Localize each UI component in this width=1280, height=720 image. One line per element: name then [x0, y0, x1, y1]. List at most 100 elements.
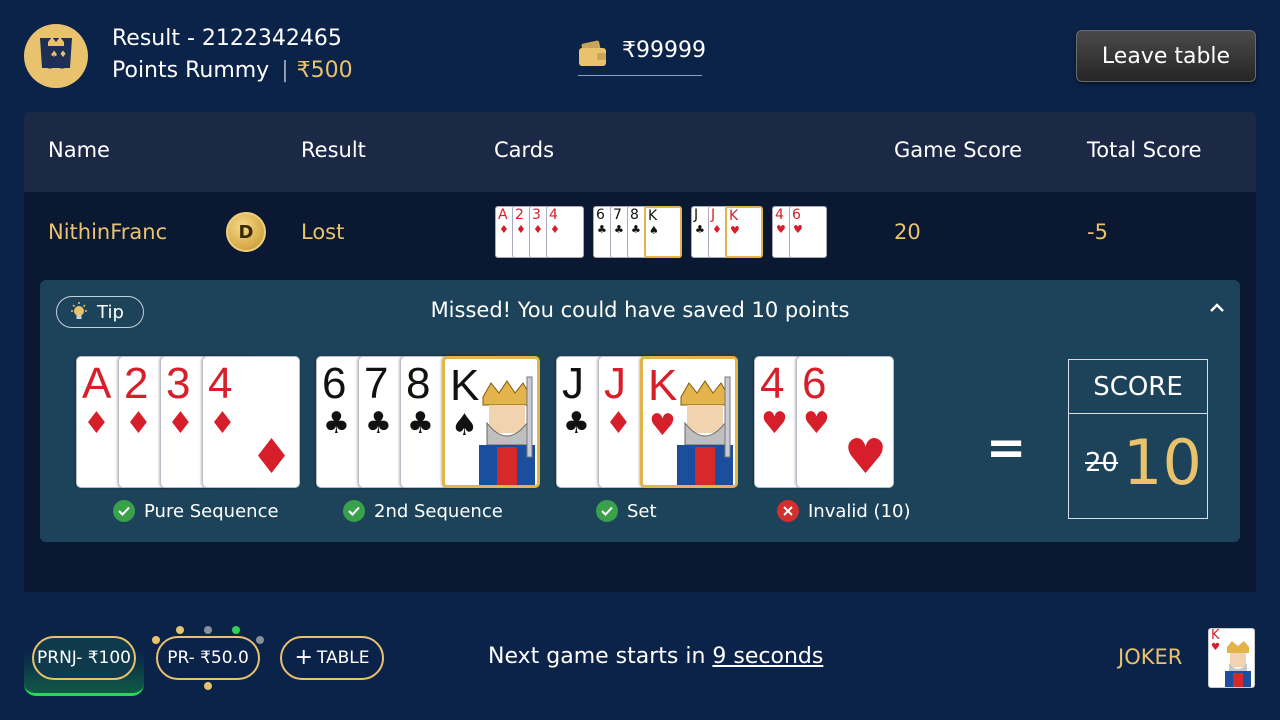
col-game-score: Game Score [894, 138, 1023, 162]
tab-label: PR- ₹50.0 [167, 648, 249, 668]
card-suit: ♦ [83, 406, 110, 441]
card-suit: ♦ [605, 406, 632, 441]
game-type: Points Rummy [112, 58, 270, 83]
card-rank: 4 [208, 359, 233, 408]
status-dot [256, 636, 264, 644]
mini-card-suit: ♣ [597, 223, 607, 236]
group-label-text: Set [627, 500, 657, 522]
leave-table-button[interactable]: Leave table [1076, 30, 1256, 82]
status-dot [176, 626, 184, 634]
card-suit: ♦ [209, 406, 236, 441]
total-score: -5 [1087, 220, 1108, 244]
group-label-2nd-sequence: 2nd Sequence [343, 500, 503, 522]
equals-sign: = [986, 420, 1027, 476]
mini-card-rank: A [498, 207, 508, 223]
mini-card-rank: K [648, 208, 658, 224]
results-panel: Name Result Cards Game Score Total Score… [24, 112, 1256, 592]
card-rank: 6 [802, 359, 827, 408]
card-rank: 3 [166, 359, 191, 408]
mini-card-suit: ♣ [631, 223, 641, 236]
game-info: Points Rummy | ₹500 [112, 58, 353, 83]
joker-rank: K [1211, 628, 1220, 643]
next-game-text: Next game starts in [488, 644, 706, 669]
wallet-icon [579, 40, 606, 66]
joker-label: JOKER [1118, 645, 1183, 669]
table-tab-pr[interactable]: PR- ₹50.0 [156, 636, 260, 680]
card-suit: ♣ [563, 406, 590, 441]
score-box: SCORE 20 10 [1068, 359, 1208, 519]
score-label: SCORE [1069, 360, 1207, 414]
svg-text:♦: ♦ [59, 50, 67, 60]
mini-card-suit: ♦ [712, 223, 722, 236]
king-face-icon [677, 376, 733, 485]
table-row: NithinFranc D Lost A ♦ 2 ♦ 3 ♦ 4 ♦ 6 ♣ 7 ♣ 8 ♣ K ♠ J ♣ J ♦ K… [24, 192, 1256, 280]
card-suit-large: ♥ [843, 429, 887, 485]
chevron-up-icon[interactable] [1208, 302, 1226, 314]
dealer-badge: D [226, 212, 266, 252]
status-dot [204, 682, 212, 690]
add-table-label: TABLE [316, 648, 370, 668]
status-dot [204, 626, 212, 634]
game-score: 20 [894, 220, 921, 244]
mini-card-rank: 6 [792, 207, 801, 223]
wallet-amount: ₹99999 [622, 38, 706, 63]
mini-card-suit: ♦ [499, 223, 509, 236]
player-name: NithinFranc [48, 220, 168, 244]
card-rank: 2 [124, 359, 149, 408]
card-suit: ♣ [407, 406, 434, 441]
wallet-balance[interactable]: ₹99999 [578, 36, 706, 76]
table-tab-prnj[interactable]: PRNJ- ₹100 [32, 636, 136, 680]
group-label-set: Set [596, 500, 657, 522]
mini-card-suit: ♣ [695, 223, 705, 236]
card-suit: ♣ [365, 406, 392, 441]
tip-message: Missed! You could have saved 10 points [430, 298, 850, 322]
old-score: 20 [1085, 448, 1119, 478]
playing-card: 4 ♦ ♦ [202, 356, 300, 488]
mini-card: 4 ♦ [546, 206, 584, 258]
group-label-text: Invalid (10) [808, 500, 911, 522]
card-rank: J [562, 359, 584, 408]
card-rank: 8 [406, 359, 431, 408]
add-table-button[interactable]: + TABLE [280, 636, 384, 680]
card-rank: 4 [760, 359, 785, 408]
king-mustache-icon: ♠ ♦ [40, 37, 72, 69]
mini-card: K ♠ [644, 206, 682, 258]
mini-card-rank: 3 [532, 207, 541, 223]
stake-amount: ₹500 [296, 58, 353, 83]
game-logo: ♠ ♦ [24, 24, 88, 88]
group-label-text: Pure Sequence [144, 500, 279, 522]
card-suit: ♦ [125, 406, 152, 441]
card-suit: ♥ [761, 406, 788, 441]
mini-card-rank: J [694, 207, 699, 223]
result-title: Result - 2122342465 [112, 26, 342, 51]
mini-card-rank: 2 [515, 207, 524, 223]
mini-card-suit: ♥ [730, 224, 740, 237]
mini-card-suit: ♣ [614, 223, 624, 236]
cross-icon [777, 500, 799, 522]
mini-card-rank: 6 [596, 207, 605, 223]
card-suit: ♣ [323, 406, 350, 441]
mini-card: 6 ♥ [789, 206, 827, 258]
card-rank: J [604, 359, 626, 408]
mini-card-rank: 4 [549, 207, 558, 223]
col-name: Name [48, 138, 110, 162]
card-suit-large: ♦ [249, 429, 293, 485]
mini-card-rank: K [729, 208, 739, 224]
mini-card-suit: ♦ [550, 223, 560, 236]
plus-icon: + [294, 645, 313, 670]
mini-card-suit: ♥ [793, 223, 803, 236]
next-game-seconds: 9 seconds [712, 644, 824, 669]
tab-label: PRNJ- ₹100 [37, 648, 131, 668]
mini-card-rank: 7 [613, 207, 622, 223]
check-icon [343, 500, 365, 522]
separator: | [281, 58, 289, 83]
card-suit: ♥ [803, 406, 830, 441]
joker-suit: ♥ [1211, 642, 1220, 653]
mini-card-rank: 4 [775, 207, 784, 223]
check-icon [596, 500, 618, 522]
playing-card: 6 ♥ ♥ [796, 356, 894, 488]
col-result: Result [301, 138, 366, 162]
mini-card-suit: ♦ [516, 223, 526, 236]
status-dot [232, 626, 240, 634]
mini-card-suit: ♥ [776, 223, 786, 236]
